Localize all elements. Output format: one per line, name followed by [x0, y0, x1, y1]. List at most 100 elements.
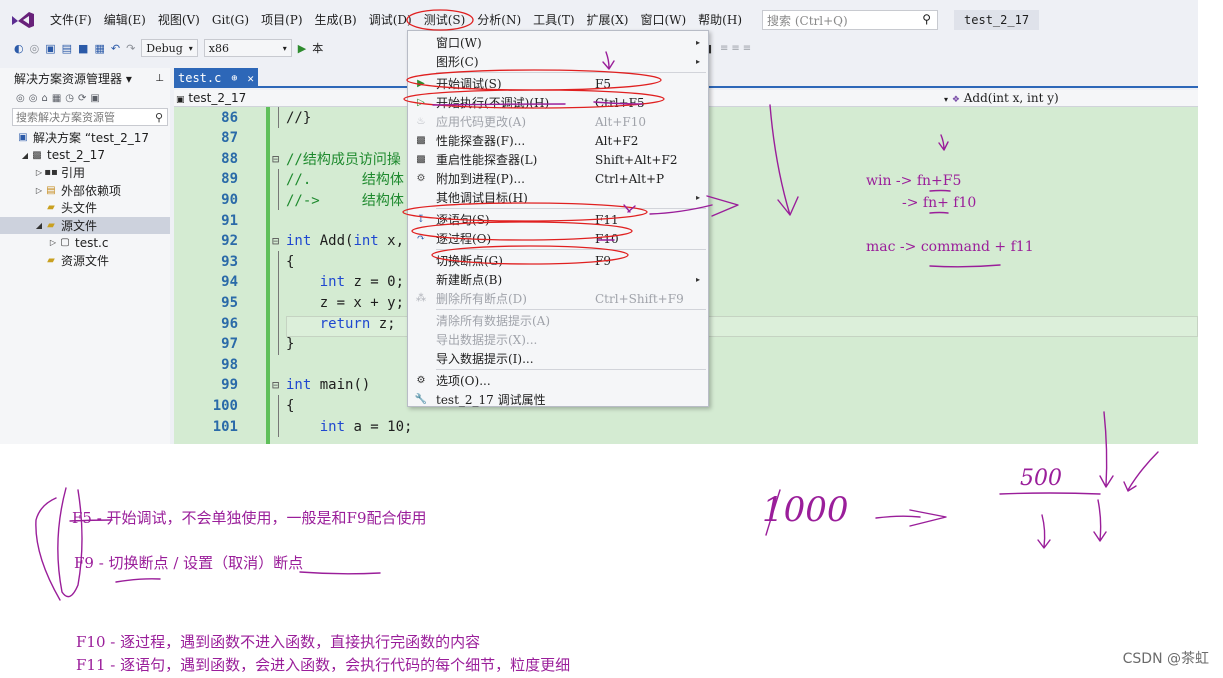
history-icon[interactable]: ◷: [65, 93, 74, 104]
new-project-icon[interactable]: ▣: [45, 42, 55, 55]
expanded-arrow-icon[interactable]: ◢: [34, 221, 44, 230]
debug-menu-item[interactable]: ▩ 重启性能探查器(L) Shift+Alt+F2: [408, 150, 708, 169]
menu-item-4[interactable]: 项目(P): [255, 10, 308, 30]
menu-item-5[interactable]: 生成(B): [309, 10, 363, 30]
menu-item-1[interactable]: 编辑(E): [98, 10, 152, 30]
debug-menu-item-label: 其他调试目标(H): [436, 191, 528, 205]
back-icon[interactable]: ◐: [14, 42, 24, 55]
collapsed-arrow-icon[interactable]: ▷: [48, 238, 58, 247]
tree-node[interactable]: ▰ 头文件: [0, 199, 170, 217]
solution-search-input[interactable]: 搜索解决方案资源管 ⚲: [12, 108, 168, 126]
line-number: 96: [221, 315, 238, 332]
tree-node[interactable]: ▷ ▢ test.c: [0, 234, 170, 252]
menu-item-7[interactable]: 测试(S): [418, 10, 472, 30]
undo-icon[interactable]: ↶: [111, 42, 120, 55]
search-input[interactable]: 搜索 (Ctrl+Q) ⚲: [762, 10, 939, 30]
start-debug-icon: ▶: [417, 78, 425, 89]
fold-toggle-icon[interactable]: ⊟: [272, 152, 284, 166]
debug-menu-item[interactable]: 🔧 test_2_17 调试属性: [408, 390, 708, 409]
code-text: //. 结构体: [286, 172, 404, 189]
tree-node[interactable]: ▰ 资源文件: [0, 252, 170, 270]
tree-node[interactable]: ▷ ▤ 外部依赖项: [0, 182, 170, 200]
menu-item-11[interactable]: 窗口(W): [634, 10, 692, 30]
code-text: return z;: [319, 315, 396, 332]
sync-icon[interactable]: ⟳: [78, 93, 86, 104]
tree-node[interactable]: ◢ ▰ 源文件: [0, 216, 170, 234]
code-line[interactable]: 101 int a = 10;: [174, 416, 1198, 437]
debug-menu-item: ⁂ 删除所有断点(D) Ctrl+Shift+F9: [408, 289, 708, 308]
search-icon[interactable]: ⚲: [922, 12, 931, 26]
debug-menu-item-shortcut: Shift+Alt+F2: [595, 152, 678, 167]
collapsed-arrow-icon[interactable]: ▷: [34, 168, 44, 177]
menu-item-0[interactable]: 文件(F): [44, 10, 98, 30]
code-text: //-> 结构体: [286, 192, 404, 209]
menu-item-8[interactable]: 分析(N): [471, 10, 527, 30]
save-all-icon[interactable]: ▦: [94, 42, 104, 55]
redo-icon[interactable]: ↷: [126, 42, 135, 55]
debug-menu-item-label: 应用代码更改(A): [436, 115, 527, 129]
nav-function-dropdown[interactable]: ▾ ❖ Add(int x, int y): [944, 91, 1059, 105]
search-icon[interactable]: ⚲: [155, 111, 163, 124]
debug-menu-item-shortcut: F5: [595, 76, 611, 91]
tab-test-c[interactable]: test.c ⊕ ✕: [174, 68, 258, 88]
line-number: 91: [221, 212, 238, 229]
tree-node-label: 引用: [61, 166, 86, 181]
expanded-arrow-icon[interactable]: ◢: [20, 151, 30, 160]
debug-menu-item-label: 选项(O)...: [436, 374, 491, 388]
back-icon[interactable]: ◎: [16, 93, 25, 104]
menu-item-6[interactable]: 调试(D): [363, 10, 418, 30]
open-icon[interactable]: ▤: [62, 42, 72, 55]
debug-menu-item[interactable]: ▶ 开始调试(S) F5: [408, 74, 708, 93]
home-icon[interactable]: ⌂: [41, 93, 47, 104]
debug-menu-item[interactable]: 切换断点(G) F9: [408, 251, 708, 270]
forward-icon[interactable]: ◎: [29, 93, 38, 104]
solution-explorer-header: 解决方案资源管理器 ▾ ⊥: [0, 68, 170, 88]
menu-item-3[interactable]: Git(G): [206, 10, 255, 30]
line-number: 95: [221, 294, 238, 311]
tree-node[interactable]: ▷ ▪▪ 引用: [0, 164, 170, 182]
debug-menu-item[interactable]: 导入数据提示(I)...: [408, 349, 708, 368]
menu-item-12[interactable]: 帮助(H): [692, 10, 748, 30]
debug-menu-item[interactable]: ⚙ 附加到进程(P)... Ctrl+Alt+P: [408, 169, 708, 188]
debug-menu-item[interactable]: 其他调试目标(H) ▸: [408, 188, 708, 207]
menu-item-9[interactable]: 工具(T): [527, 10, 580, 30]
debug-menu-item[interactable]: 新建断点(B) ▸: [408, 270, 708, 289]
debug-menu-item[interactable]: 窗口(W) ▸: [408, 33, 708, 52]
pin-icon[interactable]: ⊥: [155, 73, 164, 84]
debug-menu-item[interactable]: ⚙ 选项(O)...: [408, 371, 708, 390]
fold-toggle-icon[interactable]: ⊟: [272, 234, 284, 248]
platform-select[interactable]: x86 ▾: [203, 39, 292, 57]
close-icon[interactable]: ✕: [247, 72, 254, 85]
note-win-line2: -> fn+ f10: [902, 195, 977, 211]
switch-view-icon[interactable]: ▦: [52, 93, 61, 104]
tree-node[interactable]: ◢ ▩ test_2_17: [0, 147, 170, 165]
collapsed-arrow-icon[interactable]: ▷: [34, 186, 44, 195]
pin-icon[interactable]: ⊕: [231, 73, 237, 84]
comment-tools-icon[interactable]: ≡≡≡: [720, 43, 754, 54]
save-icon[interactable]: ■: [78, 42, 88, 55]
note-f5: F5 - 开始调试，不会单独使用，一般是和F9配合使用: [72, 509, 427, 527]
menu-item-10[interactable]: 扩展(X): [581, 10, 635, 30]
fold-toggle-icon[interactable]: ⊟: [272, 378, 284, 392]
debug-menu-item-shortcut: Alt+F2: [595, 133, 639, 148]
tree-node-label: 资源文件: [61, 253, 110, 268]
tree-node-label: 外部依赖项: [61, 183, 122, 198]
line-number: 88: [221, 150, 238, 167]
step-into-icon: ↧: [416, 214, 426, 225]
forward-icon[interactable]: ◎: [30, 42, 40, 55]
run-label[interactable]: 本: [312, 40, 323, 56]
debug-menu-item[interactable]: ▷ 开始执行(不调试)(H) Ctrl+F5: [408, 93, 708, 112]
properties-icon[interactable]: ▣: [90, 93, 99, 104]
solution-explorer-title[interactable]: 解决方案资源管理器 ▾: [14, 70, 132, 87]
debug-menu-item[interactable]: 图形(C) ▸: [408, 52, 708, 71]
debug-menu-item[interactable]: ▩ 性能探查器(F)... Alt+F2: [408, 131, 708, 150]
config-select[interactable]: Debug ▾: [141, 39, 198, 57]
tree-node-label: 头文件: [61, 201, 98, 216]
debug-menu-item[interactable]: ↧ 逐语句(S) F11: [408, 210, 708, 229]
debug-menu-item-label: 逐过程(O): [436, 232, 492, 246]
code-text: {: [286, 253, 295, 270]
run-icon[interactable]: ▶: [298, 42, 306, 55]
debug-menu-item[interactable]: ↷ 逐过程(O) F10: [408, 229, 708, 248]
tree-node[interactable]: ▣ 解决方案 “test_2_17: [0, 129, 170, 147]
menu-item-2[interactable]: 视图(V): [152, 10, 206, 30]
